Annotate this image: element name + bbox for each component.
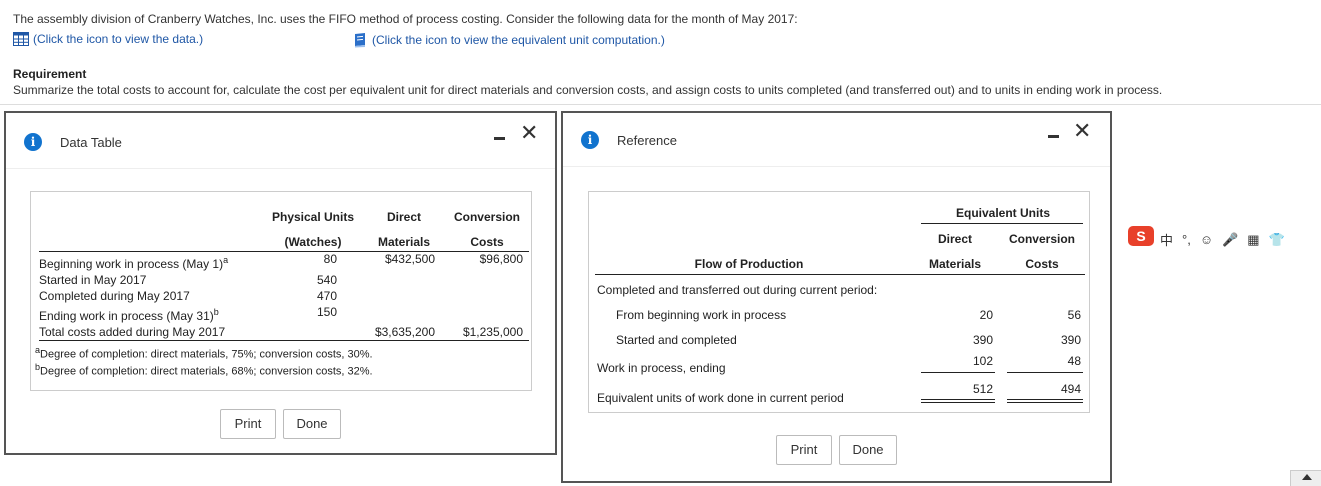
- data-table-modal-header: i Data Table ✕: [6, 113, 555, 169]
- ime-voice-icon[interactable]: 🎤: [1222, 232, 1238, 248]
- total-double-underline-dm-2: [921, 402, 995, 403]
- row-dm: $432,500: [384, 252, 435, 266]
- requirement-text: Summarize the total costs to account for…: [13, 83, 1163, 97]
- col-header-physical-units: Physical Units: [271, 210, 355, 224]
- close-icon[interactable]: ✕: [520, 123, 538, 145]
- row-label: Total costs added during May 2017: [39, 325, 226, 339]
- info-icon: i: [581, 131, 599, 149]
- ime-emoji-icon[interactable]: ☺: [1200, 232, 1213, 247]
- row-units: 80: [323, 252, 337, 266]
- intro-text: The assembly division of Cranberry Watch…: [13, 12, 798, 26]
- equiv-units-underline: [921, 223, 1083, 224]
- row-label: Work in process, ending: [597, 361, 726, 375]
- view-data-link[interactable]: (Click the icon to view the data.): [13, 32, 203, 46]
- print-button[interactable]: Print: [220, 409, 276, 439]
- ime-skin-icon[interactable]: 👕: [1269, 232, 1285, 248]
- row-label: Beginning work in process (May 1)a: [39, 255, 229, 271]
- print-button[interactable]: Print: [776, 435, 832, 465]
- total-double-underline-cc-1: [1007, 399, 1083, 400]
- total-double-underline-cc-2: [1007, 402, 1083, 403]
- book-icon: [355, 33, 365, 48]
- row-cc: $96,800: [479, 252, 523, 266]
- row-label: Equivalent units of work done in current…: [597, 391, 844, 405]
- col-header-direct: Direct: [937, 232, 972, 246]
- reference-modal: i Reference ✕ Equivalent Units Direct Ma…: [561, 111, 1112, 483]
- row-label: Ending work in process (May 31)b: [39, 307, 219, 323]
- col-header-direct: Direct: [386, 210, 421, 224]
- subtotal-underline-dm: [921, 372, 995, 373]
- view-data-link-text[interactable]: (Click the icon to view the data.): [33, 32, 203, 46]
- data-table-box: Physical Units (Watches) Direct Material…: [30, 191, 532, 391]
- row-cc: 56: [1067, 308, 1081, 322]
- total-double-underline-dm-1: [921, 399, 995, 400]
- row-label: Started in May 2017: [39, 273, 147, 287]
- row-dm: 512: [972, 382, 993, 396]
- footnote-a: aDegree of completion: direct materials,…: [35, 345, 373, 361]
- done-button[interactable]: Done: [839, 435, 897, 465]
- header-underline: [595, 274, 1085, 275]
- col-header-physical-units-2: (Watches): [284, 235, 342, 249]
- row-label: Started and completed: [616, 333, 737, 347]
- sogou-logo-icon[interactable]: S: [1128, 226, 1154, 246]
- row-cc: 494: [1060, 382, 1081, 396]
- view-equivalent-link-text[interactable]: (Click the icon to view the equivalent u…: [372, 33, 665, 47]
- row-dm: 102: [972, 354, 993, 368]
- close-icon[interactable]: ✕: [1073, 121, 1091, 143]
- col-header-direct-2: Materials: [377, 235, 431, 249]
- col-header-conversion-2: Costs: [470, 235, 504, 249]
- row-dm: $3,635,200: [374, 325, 435, 339]
- row-cc: 48: [1067, 354, 1081, 368]
- footnote-b: bDegree of completion: direct materials,…: [35, 362, 373, 378]
- flow-of-production-header: Flow of Production: [694, 257, 804, 271]
- col-header-direct-2: Materials: [928, 257, 982, 271]
- reference-modal-header: i Reference ✕: [563, 113, 1110, 167]
- ime-keyboard-icon[interactable]: ▦: [1247, 232, 1259, 248]
- table-icon: [13, 32, 29, 46]
- requirement-title: Requirement: [13, 67, 87, 81]
- equiv-units-header: Equivalent Units: [955, 206, 1050, 220]
- data-table-title: Data Table: [60, 135, 122, 150]
- ime-chinese-icon[interactable]: 中: [1160, 230, 1173, 249]
- row-cc: $1,235,000: [462, 325, 523, 339]
- col-header-conversion: Conversion: [453, 210, 520, 224]
- ime-toolbar: 中 °, ☺ 🎤 ▦ 👕: [1160, 230, 1285, 249]
- reference-title: Reference: [617, 133, 677, 148]
- view-equivalent-link[interactable]: (Click the icon to view the equivalent u…: [352, 32, 665, 48]
- row-cc: 390: [1060, 333, 1081, 347]
- row-label: Completed and transferred out during cur…: [597, 283, 878, 297]
- minimize-icon[interactable]: [494, 137, 505, 140]
- col-header-conversion-2: Costs: [1025, 257, 1059, 271]
- data-table-modal: i Data Table ✕ Physical Units (Watches) …: [4, 111, 557, 455]
- row-label: From beginning work in process: [616, 308, 787, 322]
- ime-punctuation-icon[interactable]: °,: [1182, 232, 1191, 247]
- row-dm: 390: [972, 333, 993, 347]
- done-button[interactable]: Done: [283, 409, 341, 439]
- reference-table-box: Equivalent Units Direct Materials Conver…: [588, 191, 1090, 413]
- row-units: 470: [316, 289, 337, 303]
- scroll-up-icon[interactable]: [1302, 474, 1312, 480]
- col-header-conversion: Conversion: [1008, 232, 1075, 246]
- row-units: 150: [316, 305, 337, 319]
- row-units: 540: [316, 273, 337, 287]
- info-icon: i: [24, 133, 42, 151]
- row-label: Completed during May 2017: [39, 289, 190, 303]
- subtotal-underline-cc: [1007, 372, 1083, 373]
- total-underline: [39, 340, 529, 341]
- minimize-icon[interactable]: [1048, 135, 1059, 138]
- row-dm: 20: [979, 308, 993, 322]
- divider: [0, 104, 1321, 105]
